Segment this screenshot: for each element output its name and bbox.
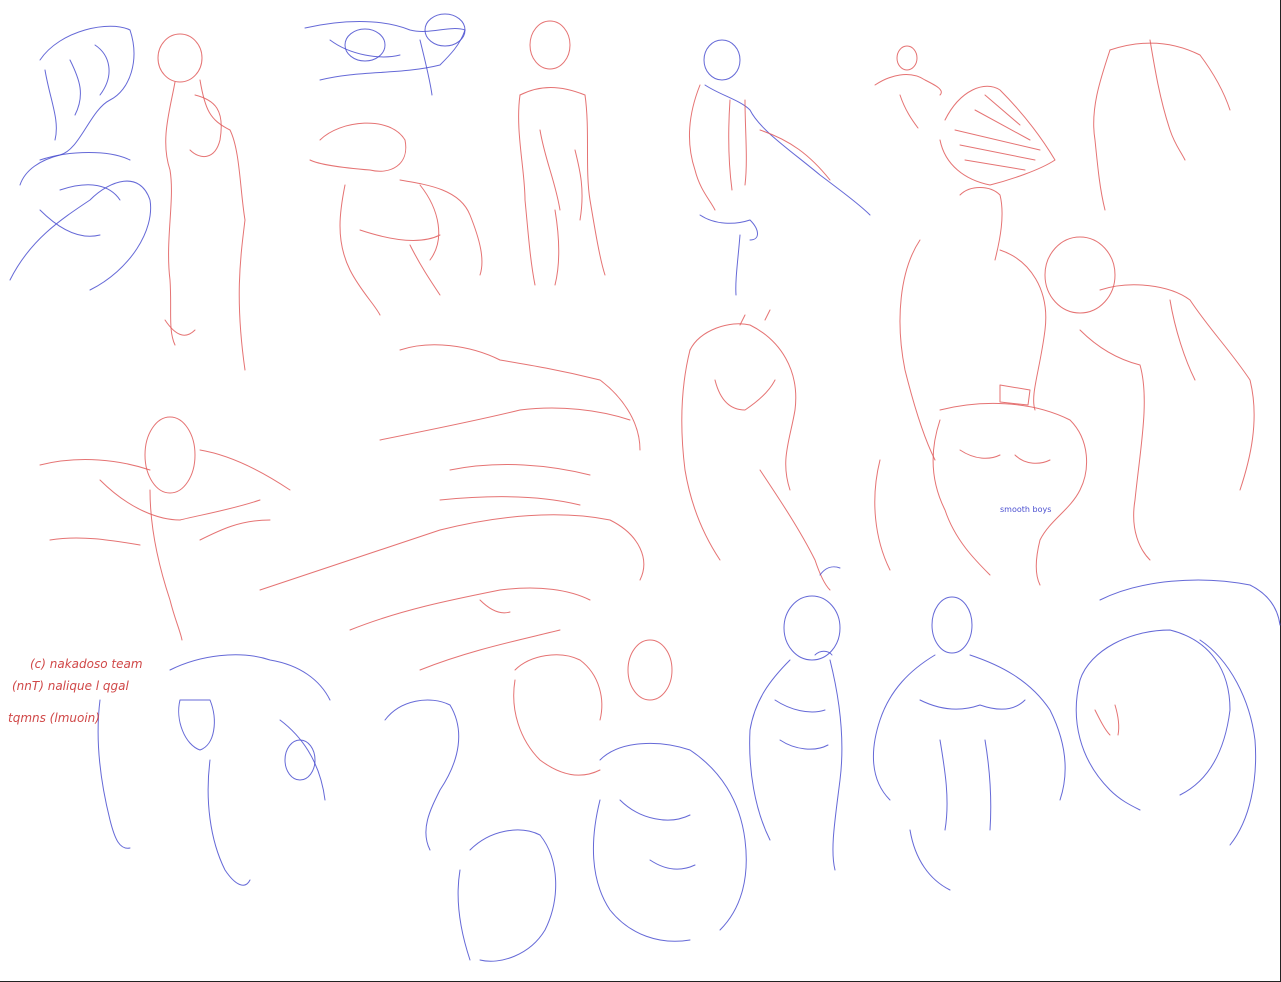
red-small-shoulder-sketch <box>874 45 942 129</box>
blue-hunched-figure-sketch-bottom-left <box>97 654 331 886</box>
red-leaning-figure-sketch-far-right <box>1044 236 1255 561</box>
red-rear-figure-sketch-center <box>681 309 831 591</box>
red-ribcage-sketch <box>939 85 1056 186</box>
red-back-view-figure-sketch <box>518 20 606 286</box>
blue-reclining-sketch-top <box>304 13 466 96</box>
blue-torso-sketch-top-left <box>9 25 152 291</box>
red-blue-heavy-figure-sketch-bottom-center <box>513 639 747 942</box>
blue-rounded-figure-sketch-bottom-right <box>1075 579 1281 846</box>
red-reclining-figure-sketch-center <box>259 344 645 671</box>
handwriting-line-2: (nnT) nalique l qgal <box>12 679 130 693</box>
red-muscular-torso-sketch-right <box>874 187 1088 586</box>
small-handwritten-label: smooth boys <box>1000 505 1051 514</box>
red-bent-torso-sketch <box>309 122 483 316</box>
blue-character-standing-sketch <box>749 566 843 871</box>
red-standing-figure-sketch <box>157 33 246 371</box>
sketch-sheet: (c) nakadoso team (nnT) nalique l qgal t… <box>0 0 1281 982</box>
handwriting-line-1: (c) nakadoso team <box>30 657 143 671</box>
blue-rounded-forms-sketch <box>384 699 557 962</box>
red-blue-anatomy-back-sketch <box>689 39 871 296</box>
red-torso-sketch-top-right <box>1093 39 1231 211</box>
sketch-canvas: (c) nakadoso team (nnT) nalique l qgal t… <box>8 13 1281 962</box>
handwriting-line-3: tqmns (lmuoin) <box>8 711 100 725</box>
red-upper-body-sketch-left <box>39 416 291 641</box>
red-handwritten-notes: (c) nakadoso team (nnT) nalique l qgal t… <box>8 657 143 725</box>
